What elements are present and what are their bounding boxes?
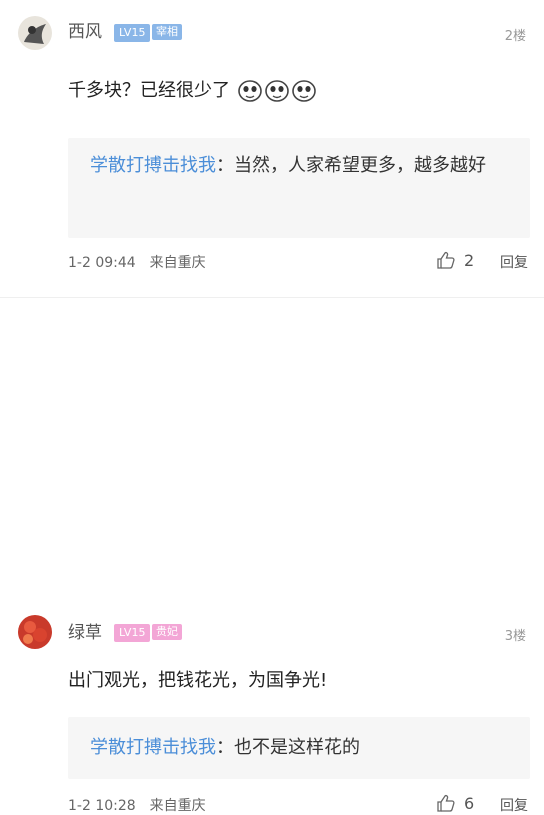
quoted-username[interactable]: 学散打搏击找我 [90,155,216,176]
comment-content: 出门观光，把钱花光，为国争光! [68,669,526,693]
avatar[interactable] [18,615,52,649]
rank-badge: 宰相 [152,24,182,40]
quoted-text: 当然，人家希望更多，越多越好 [234,155,486,176]
emoji-icon [264,78,290,104]
like-button[interactable]: 6 [436,793,474,813]
thumbs-up-icon [437,794,455,812]
comment-meta: 1-2 10:28 来自重庆 [68,795,206,815]
comment-text: 出门观光，把钱花光，为国争光! [68,670,328,691]
quoted-username[interactable]: 学散打搏击找我 [90,737,216,758]
comment-meta: 1-2 09:44 来自重庆 [68,252,206,272]
level-badge: LV15 [114,624,151,642]
quoted-text: 也不是这样花的 [234,737,360,758]
comment-content: 千多块？已经很少了 [68,78,526,104]
comment-text: 千多块？已经很少了 [68,80,230,101]
like-button[interactable]: 2 [436,250,474,270]
username[interactable]: 西风 [68,22,102,42]
reply-button[interactable]: 回复 [500,252,528,272]
quoted-reply: 学散打搏击找我：当然，人家希望更多，越多越好 [68,138,530,238]
level-badge: LV15 [114,24,151,42]
floor-number: 3楼 [504,629,526,644]
location: 来自重庆 [149,798,206,814]
floor-number: 2楼 [504,29,526,44]
timestamp: 1-2 10:28 [68,798,136,814]
emoji-icon [237,78,263,104]
thumbs-up-icon [437,251,455,269]
emoji-icon [291,78,317,104]
reply-button[interactable]: 回复 [500,795,528,815]
timestamp: 1-2 09:44 [68,255,136,271]
quoted-reply: 学散打搏击找我：也不是这样花的 [68,717,530,779]
location: 来自重庆 [149,255,206,271]
quote-separator: ： [216,737,234,758]
avatar[interactable] [18,16,52,50]
like-count: 6 [464,793,475,813]
like-count: 2 [464,250,475,270]
comment-item: 绿草 LV15 贵妃 3楼 出门观光，把钱花光，为国争光! 学散打搏击找我：也不… [0,297,544,814]
username[interactable]: 绿草 [68,623,102,643]
comment-item: 西风 LV15 宰相 2楼 千多块？已经很少了 学散打搏击找我：当然，人家希望更… [0,0,544,297]
rank-badge: 贵妃 [152,624,182,640]
quote-separator: ： [216,155,234,176]
